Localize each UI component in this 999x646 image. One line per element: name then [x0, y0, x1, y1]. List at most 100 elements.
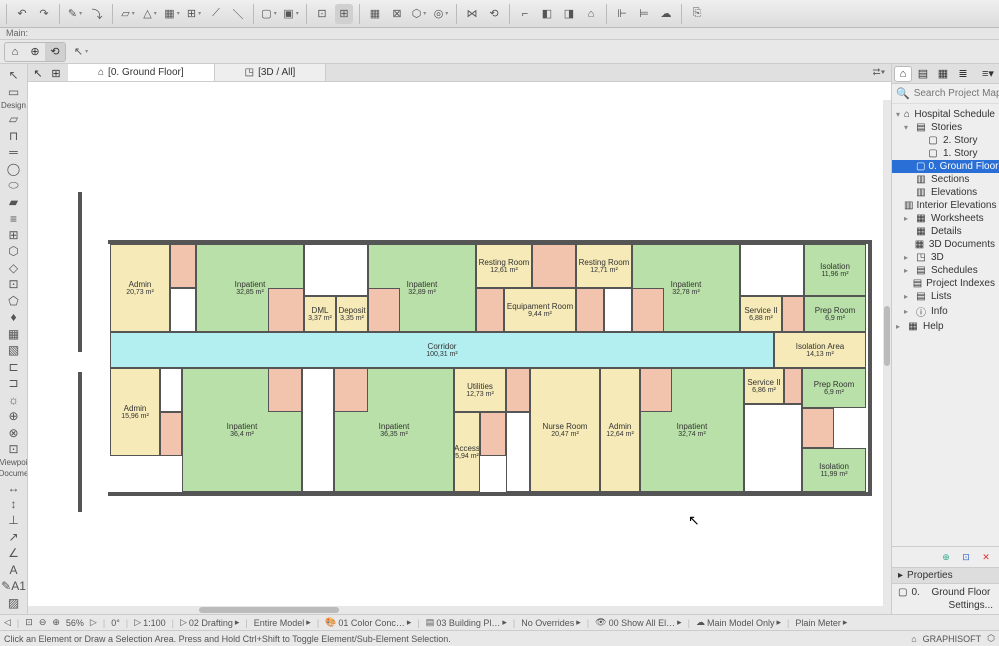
- level-tool[interactable]: ⊥: [3, 513, 25, 527]
- tree-stories[interactable]: ▾▤Stories: [892, 121, 999, 134]
- curtain-tool[interactable]: ⊡: [3, 277, 25, 291]
- view-single-button[interactable]: ↖: [30, 66, 46, 80]
- tree-root[interactable]: ▾⌂Hospital Schedule: [892, 108, 999, 121]
- trace2-button[interactable]: ⊞: [335, 4, 353, 24]
- tool-d-button[interactable]: ◎: [432, 4, 450, 24]
- tree-sections[interactable]: ▥Sections: [892, 173, 999, 186]
- opening-tool[interactable]: ⊐: [3, 376, 25, 390]
- tree-lists[interactable]: ▸▤Lists: [892, 290, 999, 303]
- wall-tool[interactable]: ▱: [3, 112, 25, 126]
- cursor-rotate-button[interactable]: ⟲: [45, 43, 65, 61]
- tree-story2[interactable]: ▢2. Story: [892, 134, 999, 147]
- zoom-out-button[interactable]: ⊖: [39, 617, 47, 628]
- hatch-button[interactable]: ▦: [163, 4, 181, 24]
- marquee-tool[interactable]: ▭: [3, 84, 25, 98]
- tree-schedules[interactable]: ▸▤Schedules: [892, 264, 999, 277]
- properties-header[interactable]: ▸Properties: [892, 567, 999, 584]
- snap-button[interactable]: ⟋: [207, 4, 225, 24]
- guide-button[interactable]: ＼: [229, 4, 247, 24]
- zoom-in-button[interactable]: ⊕: [52, 617, 60, 628]
- search-input[interactable]: [914, 88, 999, 99]
- tool-n-button[interactable]: ⎘: [688, 4, 706, 24]
- box-button[interactable]: ▢: [260, 4, 278, 24]
- nav-tab-more[interactable]: ≡▾: [979, 66, 997, 82]
- nav-right-button[interactable]: ▷: [90, 617, 97, 628]
- label-tool[interactable]: ✎A1: [3, 579, 25, 593]
- horizontal-scrollbar[interactable]: [28, 606, 883, 614]
- tool-b-button[interactable]: ⊠: [388, 4, 406, 24]
- tool-a-button[interactable]: ▦: [366, 4, 384, 24]
- prop-settings[interactable]: Settings...: [892, 599, 999, 612]
- tree-story0[interactable]: ▢0. Ground Floor: [892, 160, 999, 173]
- model-combo[interactable]: Entire Model ▸: [254, 617, 311, 628]
- drafting-combo[interactable]: ▷ 02 Drafting ▸: [180, 617, 239, 628]
- zoom-value[interactable]: 56%: [66, 618, 84, 628]
- radial-tool[interactable]: ↗: [3, 530, 25, 544]
- grid-button[interactable]: ⊞: [185, 4, 203, 24]
- window-tool[interactable]: ═: [3, 145, 25, 159]
- nav-tab-project[interactable]: ⌂: [894, 66, 912, 82]
- options-button[interactable]: ⊡: [959, 550, 973, 564]
- units-combo[interactable]: Plain Meter ▸: [795, 617, 847, 628]
- skylight-tool[interactable]: ◇: [3, 261, 25, 275]
- stack-button[interactable]: ▣: [282, 4, 300, 24]
- arrow-tool[interactable]: ↖: [3, 68, 25, 82]
- tree-interior-elev[interactable]: ▥Interior Elevations: [892, 199, 999, 212]
- more2-tool[interactable]: ⊗: [3, 425, 25, 439]
- tab-overflow-button[interactable]: ⮂▾: [871, 66, 887, 80]
- color-combo[interactable]: 🎨 01 Color Conc… ▸: [325, 617, 411, 628]
- nav-tab-publisher[interactable]: ≣: [954, 66, 972, 82]
- tree-details[interactable]: ▦Details: [892, 225, 999, 238]
- roof-tool[interactable]: ⊞: [3, 228, 25, 242]
- redo-button[interactable]: ↷: [35, 4, 53, 24]
- wall-end-tool[interactable]: ⊏: [3, 360, 25, 374]
- more1-tool[interactable]: ⊕: [3, 409, 25, 423]
- tab-ground-floor[interactable]: ⌂ [0. Ground Floor]: [68, 64, 215, 81]
- arrow-mode-button[interactable]: ↖: [72, 42, 90, 62]
- object-tool[interactable]: ♦: [3, 310, 25, 324]
- overrides-combo[interactable]: No Overrides ▸: [521, 617, 581, 628]
- tree-proj-indexes[interactable]: ▤Project Indexes: [892, 277, 999, 290]
- building-combo[interactable]: ▤ 03 Building Pl… ▸: [426, 617, 507, 628]
- nav-left-button[interactable]: ◁: [4, 617, 11, 628]
- tool-m-button[interactable]: ☁: [657, 4, 675, 24]
- measure-button[interactable]: △: [141, 4, 159, 24]
- zone-tool[interactable]: ▦: [3, 327, 25, 341]
- floorplan-canvas[interactable]: Admin20,73 m² Inpatient32,85 m² DML3,37 …: [28, 82, 891, 614]
- project-tree[interactable]: ▾⌂Hospital Schedule ▾▤Stories ▢2. Story …: [892, 104, 999, 546]
- tree-worksheets[interactable]: ▸▦Worksheets: [892, 212, 999, 225]
- tool-f-button[interactable]: ⟲: [485, 4, 503, 24]
- inject-button[interactable]: ⤵: [88, 4, 106, 24]
- tool-i-button[interactable]: ◨: [560, 4, 578, 24]
- view-grid-button[interactable]: ⊞: [48, 66, 64, 80]
- dropper-button[interactable]: ✎: [66, 4, 84, 24]
- fill-tool[interactable]: ▨: [3, 596, 25, 610]
- tree-3d[interactable]: ▸◳3D: [892, 251, 999, 264]
- dim2-tool[interactable]: ↕: [3, 497, 25, 511]
- tool-c-button[interactable]: ⬡: [410, 4, 428, 24]
- lamp-tool[interactable]: ☼: [3, 392, 25, 406]
- morph-tool[interactable]: ⬠: [3, 294, 25, 308]
- tool-h-button[interactable]: ◧: [538, 4, 556, 24]
- column-tool[interactable]: ◯: [3, 161, 25, 175]
- undo-button[interactable]: ↶: [13, 4, 31, 24]
- cursor-mouse-button[interactable]: ⊕: [25, 43, 45, 61]
- stair-tool[interactable]: ≡: [3, 211, 25, 225]
- text-tool[interactable]: A: [3, 563, 25, 577]
- tree-help[interactable]: ▸▦Help: [892, 320, 999, 333]
- nav-tab-view[interactable]: ▤: [914, 66, 932, 82]
- rotation-value[interactable]: 0°: [111, 618, 120, 628]
- tool-k-button[interactable]: ⊩: [613, 4, 631, 24]
- nav-tab-layout[interactable]: ▦: [934, 66, 952, 82]
- tree-3d-docs[interactable]: ▦3D Documents: [892, 238, 999, 251]
- slab-tool[interactable]: ▰: [3, 195, 25, 209]
- dim1-tool[interactable]: ↔: [3, 480, 25, 494]
- mesh-tool[interactable]: ▧: [3, 343, 25, 357]
- tree-story1[interactable]: ▢1. Story: [892, 147, 999, 160]
- showall-combo[interactable]: 👁 00 Show All El… ▸: [595, 617, 682, 628]
- scale-value[interactable]: ▷ 1:100: [134, 617, 165, 628]
- zoom-extents-button[interactable]: ⊡: [25, 617, 33, 628]
- angle-tool[interactable]: ∠: [3, 546, 25, 560]
- tool-l-button[interactable]: ⊨: [635, 4, 653, 24]
- tool-g-button[interactable]: ⌐: [516, 4, 534, 24]
